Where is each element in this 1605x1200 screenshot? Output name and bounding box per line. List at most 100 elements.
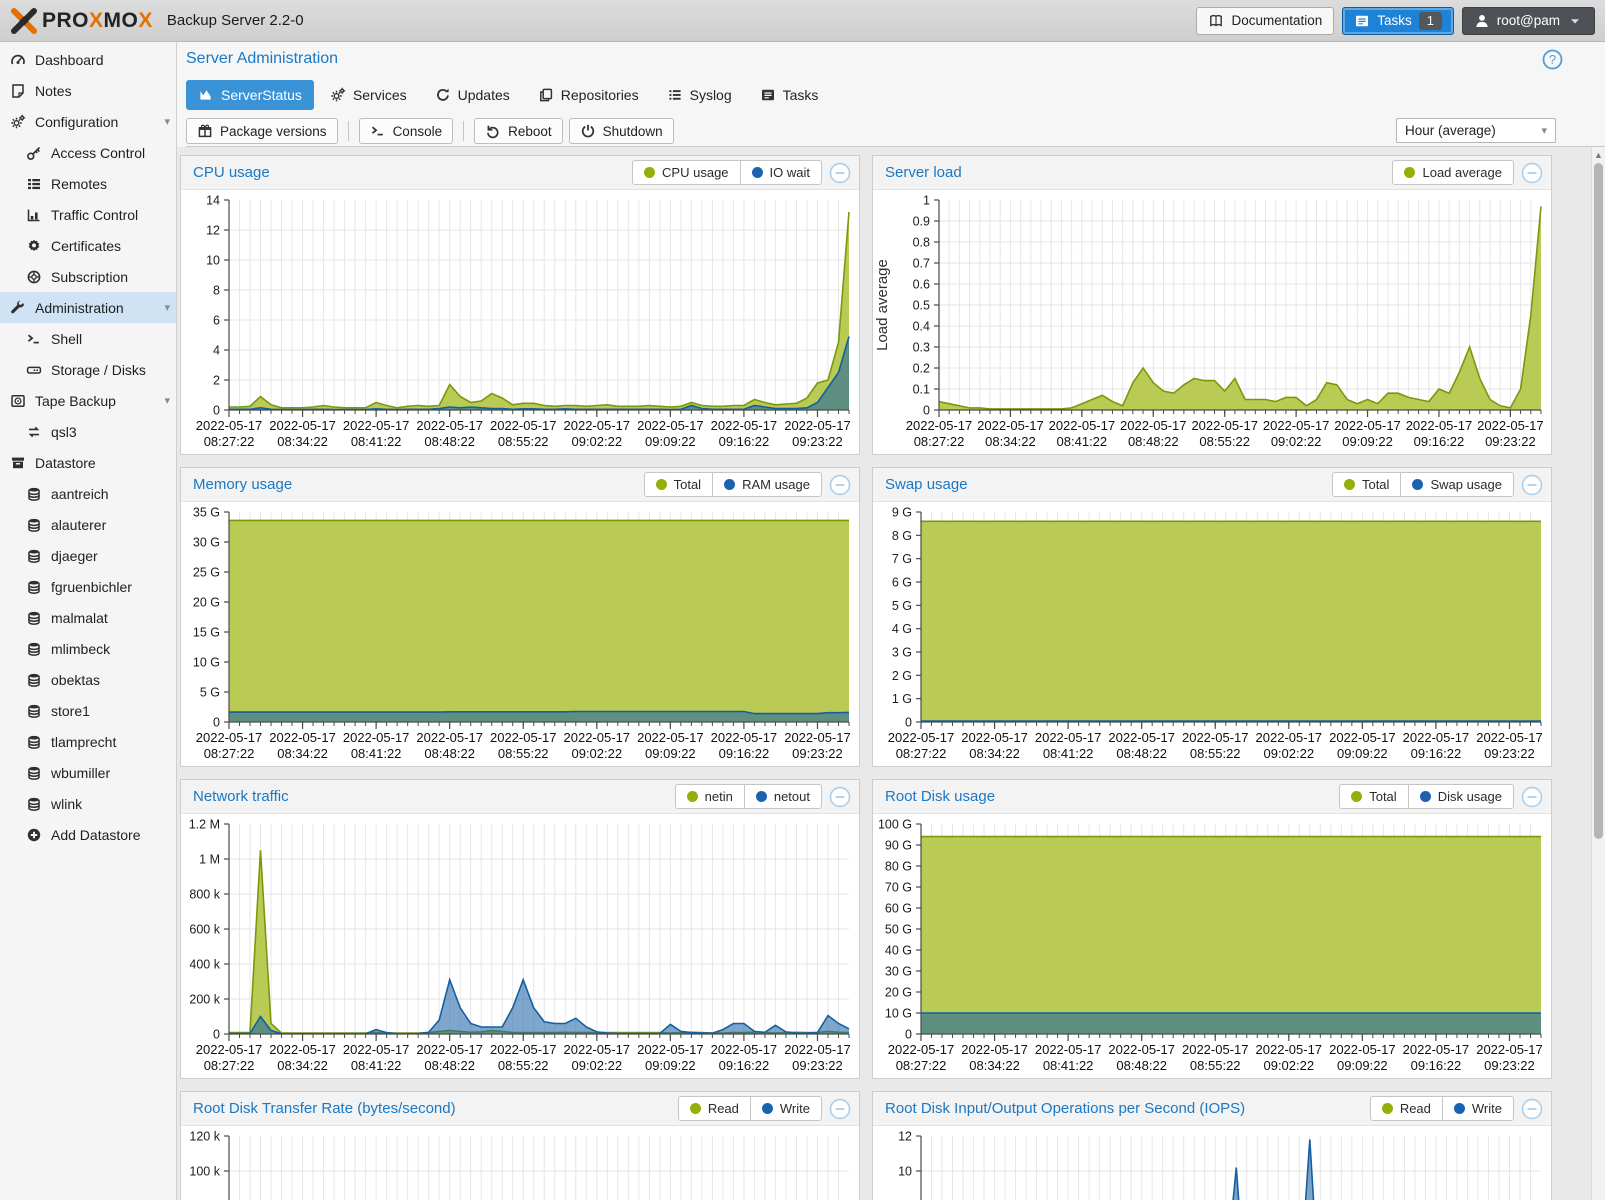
sidebar-item-notes[interactable]: Notes	[0, 75, 176, 106]
package-versions-button[interactable]: Package versions	[186, 118, 338, 144]
legend-item-total[interactable]: Total	[1333, 473, 1400, 496]
sidebar-item-add-datastore[interactable]: Add Datastore	[0, 819, 176, 850]
tab-tasks[interactable]: Tasks	[748, 80, 831, 110]
user-icon	[1474, 13, 1490, 29]
svg-text:09:09:22: 09:09:22	[1337, 1058, 1388, 1073]
sidebar-item-dashboard[interactable]: Dashboard	[0, 44, 176, 75]
shutdown-button[interactable]: Shutdown	[569, 118, 674, 144]
sidebar-item-label: djaeger	[51, 548, 98, 564]
legend-item-io-wait[interactable]: IO wait	[740, 161, 821, 184]
collapse-panel-icon[interactable]	[829, 1098, 851, 1120]
svg-text:09:23:22: 09:23:22	[792, 434, 843, 449]
sidebar-item-traffic-control[interactable]: Traffic Control	[0, 199, 176, 230]
sidebar-item-mlimbeck[interactable]: mlimbeck	[0, 633, 176, 664]
sidebar-item-alauterer[interactable]: alauterer	[0, 509, 176, 540]
tab-updates[interactable]: Updates	[423, 80, 522, 110]
tasks-count-badge: 1	[1419, 12, 1442, 30]
sidebar-item-label: Remotes	[51, 176, 107, 192]
sidebar-item-datastore[interactable]: Datastore	[0, 447, 176, 478]
svg-text:8: 8	[213, 284, 220, 298]
svg-text:2022-05-17: 2022-05-17	[1477, 418, 1544, 433]
chart-plot: 0246810122022-05-1708:27:222022-05-1708:…	[873, 1126, 1551, 1200]
sidebar-item-wlink[interactable]: wlink	[0, 788, 176, 819]
sidebar-item-access-control[interactable]: Access Control	[0, 137, 176, 168]
expand-caret-icon[interactable]: ▾	[164, 301, 170, 314]
sidebar-item-label: Administration	[35, 300, 124, 316]
tab-services[interactable]: Services	[318, 80, 419, 110]
period-select[interactable]: Hour (average) ▾	[1396, 118, 1556, 143]
user-menu-button[interactable]: root@pam	[1462, 7, 1595, 35]
chart-legend: netin netout	[675, 784, 822, 809]
tab-repositories[interactable]: Repositories	[526, 80, 651, 110]
sidebar-item-label: wbumiller	[51, 765, 110, 781]
tasks-button[interactable]: Tasks 1	[1342, 7, 1453, 35]
collapse-panel-icon[interactable]	[1521, 162, 1543, 184]
svg-text:08:27:22: 08:27:22	[896, 1058, 947, 1073]
collapse-panel-icon[interactable]	[829, 786, 851, 808]
svg-text:09:09:22: 09:09:22	[645, 746, 696, 761]
sidebar-item-wbumiller[interactable]: wbumiller	[0, 757, 176, 788]
collapse-panel-icon[interactable]	[1521, 474, 1543, 496]
scroll-up-icon[interactable]: ▲	[1592, 147, 1605, 160]
tab-serverstatus[interactable]: ServerStatus	[186, 80, 314, 110]
svg-text:2022-05-17: 2022-05-17	[1108, 730, 1175, 745]
collapse-panel-icon[interactable]	[829, 162, 851, 184]
legend-item-netin[interactable]: netin	[676, 785, 744, 808]
chart-legend: ReadWrite	[678, 1096, 822, 1121]
legend-item-read[interactable]: Read	[679, 1097, 750, 1120]
sidebar-item-malmalat[interactable]: malmalat	[0, 602, 176, 633]
sidebar-item-obektas[interactable]: obektas	[0, 664, 176, 695]
svg-text:12: 12	[898, 1130, 912, 1144]
legend-item-read[interactable]: Read	[1371, 1097, 1442, 1120]
svg-text:09:16:22: 09:16:22	[1411, 1058, 1462, 1073]
legend-item-total[interactable]: Total	[645, 473, 712, 496]
sidebar-item-administration[interactable]: Administration ▾	[0, 292, 176, 323]
sidebar-item-certificates[interactable]: Certificates	[0, 230, 176, 261]
sidebar-item-fgruenbichler[interactable]: fgruenbichler	[0, 571, 176, 602]
sidebar-item-tlamprecht[interactable]: tlamprecht	[0, 726, 176, 757]
svg-text:90 G: 90 G	[885, 839, 912, 853]
legend-item-write[interactable]: Write	[750, 1097, 821, 1120]
gears-icon	[9, 114, 27, 130]
top-header: PROXMOX Backup Server 2.2-0 Documentatio…	[0, 0, 1605, 42]
collapse-panel-icon[interactable]	[1521, 786, 1543, 808]
sidebar-item-store1[interactable]: store1	[0, 695, 176, 726]
expand-caret-icon[interactable]: ▾	[164, 115, 170, 128]
reboot-button[interactable]: Reboot	[474, 118, 563, 144]
collapse-panel-icon[interactable]	[1521, 1098, 1543, 1120]
sidebar-item-qsl3[interactable]: qsl3	[0, 416, 176, 447]
legend-item-cpu-usage[interactable]: CPU usage	[633, 161, 739, 184]
vertical-scrollbar[interactable]: ▲	[1591, 147, 1605, 1200]
scrollbar-thumb[interactable]	[1594, 163, 1603, 839]
expand-caret-icon[interactable]: ▾	[164, 394, 170, 407]
console-button[interactable]: Console	[359, 118, 454, 144]
legend-item-write[interactable]: Write	[1442, 1097, 1513, 1120]
svg-text:08:34:22: 08:34:22	[277, 434, 328, 449]
svg-text:2022-05-17: 2022-05-17	[564, 730, 631, 745]
sidebar-item-subscription[interactable]: Subscription	[0, 261, 176, 292]
sidebar-item-tape-backup[interactable]: Tape Backup▾	[0, 385, 176, 416]
sidebar-item-djaeger[interactable]: djaeger	[0, 540, 176, 571]
sidebar-item-storage-disks[interactable]: Storage / Disks	[0, 354, 176, 385]
legend-item-swap-usage[interactable]: Swap usage	[1400, 473, 1513, 496]
svg-text:08:55:22: 08:55:22	[498, 1058, 549, 1073]
help-icon[interactable]: ?	[1542, 49, 1563, 75]
sidebar-item-shell[interactable]: Shell	[0, 323, 176, 354]
documentation-button[interactable]: Documentation	[1196, 7, 1334, 35]
chart-legend: TotalSwap usage	[1332, 472, 1514, 497]
tab-syslog[interactable]: Syslog	[655, 80, 744, 110]
legend-item-total[interactable]: Total	[1340, 785, 1407, 808]
sidebar-item-configuration[interactable]: Configuration▾	[0, 106, 176, 137]
legend-item-netout[interactable]: netout	[744, 785, 821, 808]
lifering-icon	[25, 269, 43, 285]
svg-text:2022-05-17: 2022-05-17	[637, 418, 704, 433]
legend-label: netin	[705, 789, 733, 804]
sidebar-item-aantreich[interactable]: aantreich	[0, 478, 176, 509]
legend-item-ram-usage[interactable]: RAM usage	[712, 473, 821, 496]
legend-item-disk-usage[interactable]: Disk usage	[1408, 785, 1513, 808]
collapse-panel-icon[interactable]	[829, 474, 851, 496]
legend-item-load-average[interactable]: Load average	[1393, 161, 1513, 184]
list-icon	[667, 87, 683, 103]
sidebar-item-remotes[interactable]: Remotes	[0, 168, 176, 199]
app-window: PROXMOX Backup Server 2.2-0 Documentatio…	[0, 0, 1605, 1200]
